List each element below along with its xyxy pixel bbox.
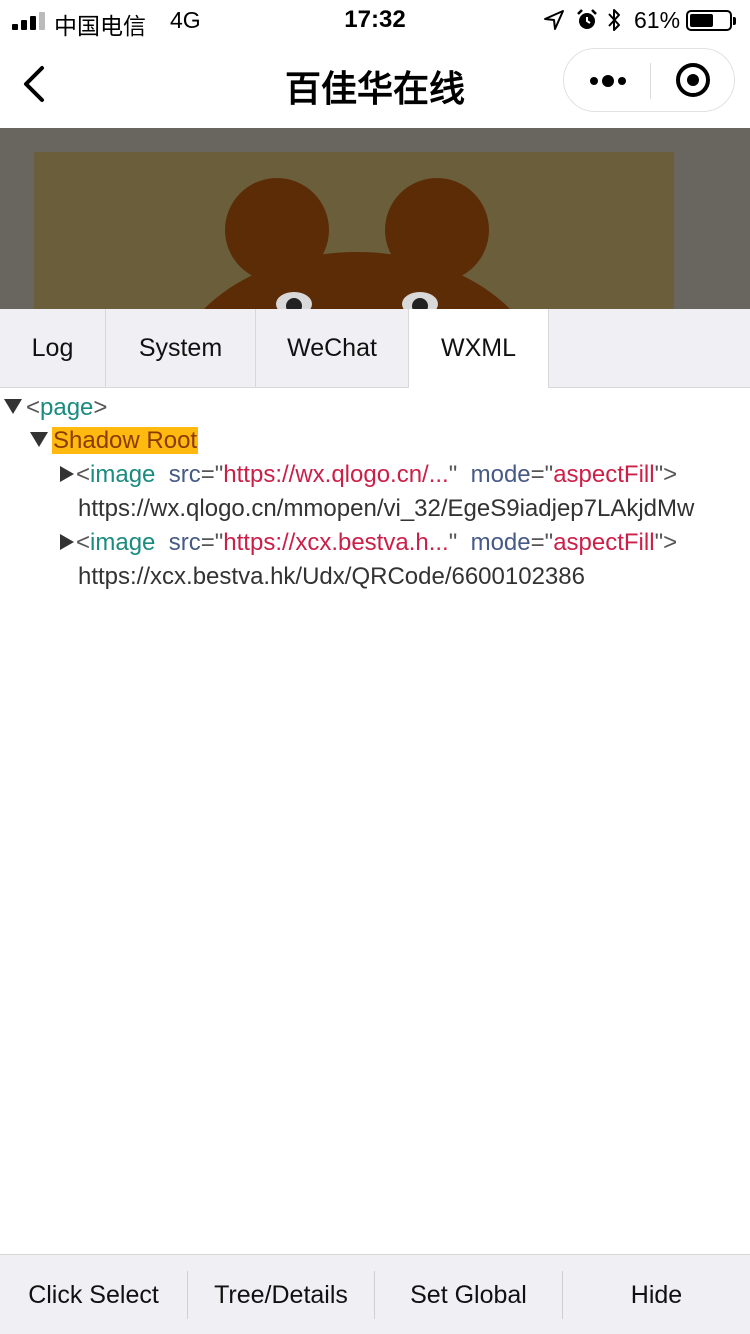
tag-name: image <box>90 461 156 488</box>
mini-program-capsule <box>563 48 735 112</box>
shadow-root-label: Shadow Root <box>52 427 199 454</box>
attr-name: mode <box>470 529 531 556</box>
hide-button[interactable]: Hide <box>563 1255 750 1334</box>
bear-illustration <box>34 152 674 309</box>
page-preview <box>0 128 750 309</box>
tab-wechat[interactable]: WeChat <box>256 309 409 387</box>
tree-details-button[interactable]: Tree/Details <box>188 1255 374 1334</box>
tree-node-image[interactable]: <image src="https://xcx.bestva.h..." mod… <box>60 526 677 560</box>
attr-name: src <box>168 529 201 556</box>
tree-node-page[interactable]: <page> <box>4 391 107 425</box>
attr-value: aspectFill <box>553 461 655 488</box>
expanded-arrow-icon[interactable] <box>4 399 22 415</box>
devtools-toolbar: Click Select Tree/Details Set Global Hid… <box>0 1254 750 1334</box>
set-global-button[interactable]: Set Global <box>375 1255 562 1334</box>
attr-name: src <box>168 461 201 488</box>
attr-name: mode <box>470 461 531 488</box>
back-icon[interactable] <box>14 60 58 108</box>
alarm-clock-icon <box>577 9 597 29</box>
status-bar: 中国电信 4G 17:32 61% <box>0 0 750 40</box>
tab-system[interactable]: System <box>106 309 256 387</box>
more-dots-icon[interactable] <box>564 49 650 111</box>
banner-image <box>34 152 674 309</box>
node-text-content: https://xcx.bestva.hk/Udx/QRCode/6600102… <box>78 563 585 590</box>
battery-icon <box>686 10 736 31</box>
click-select-button[interactable]: Click Select <box>0 1255 187 1334</box>
location-arrow-icon <box>544 10 564 30</box>
collapsed-arrow-icon[interactable] <box>60 533 74 550</box>
collapsed-arrow-icon[interactable] <box>60 465 74 482</box>
tab-wxml[interactable]: WXML <box>409 309 549 388</box>
attr-value: aspectFill <box>553 529 655 556</box>
devtools-tabs: Log System WeChat WXML <box>0 309 750 388</box>
tag-name: image <box>90 529 156 556</box>
tree-node-image[interactable]: <image src="https://wx.qlogo.cn/..." mod… <box>60 458 677 492</box>
wxml-tree: <page> Shadow Root <image src="https://w… <box>0 389 750 1254</box>
bluetooth-icon <box>608 9 620 31</box>
target-icon[interactable] <box>651 49 735 111</box>
page-title: 百佳华在线 <box>284 68 465 109</box>
tree-node-shadow-root[interactable]: Shadow Root <box>30 424 199 458</box>
node-text-content: https://wx.qlogo.cn/mmopen/vi_32/EgeS9ia… <box>78 495 695 522</box>
tab-log[interactable]: Log <box>0 309 106 387</box>
battery-percentage: 61% <box>634 7 681 33</box>
tag-name: page <box>40 394 94 421</box>
navigation-bar: 百佳华在线 <box>0 40 750 128</box>
expanded-arrow-icon[interactable] <box>30 432 48 448</box>
attr-value: https://wx.qlogo.cn/... <box>223 461 449 488</box>
attr-value: https://xcx.bestva.h... <box>223 529 449 556</box>
